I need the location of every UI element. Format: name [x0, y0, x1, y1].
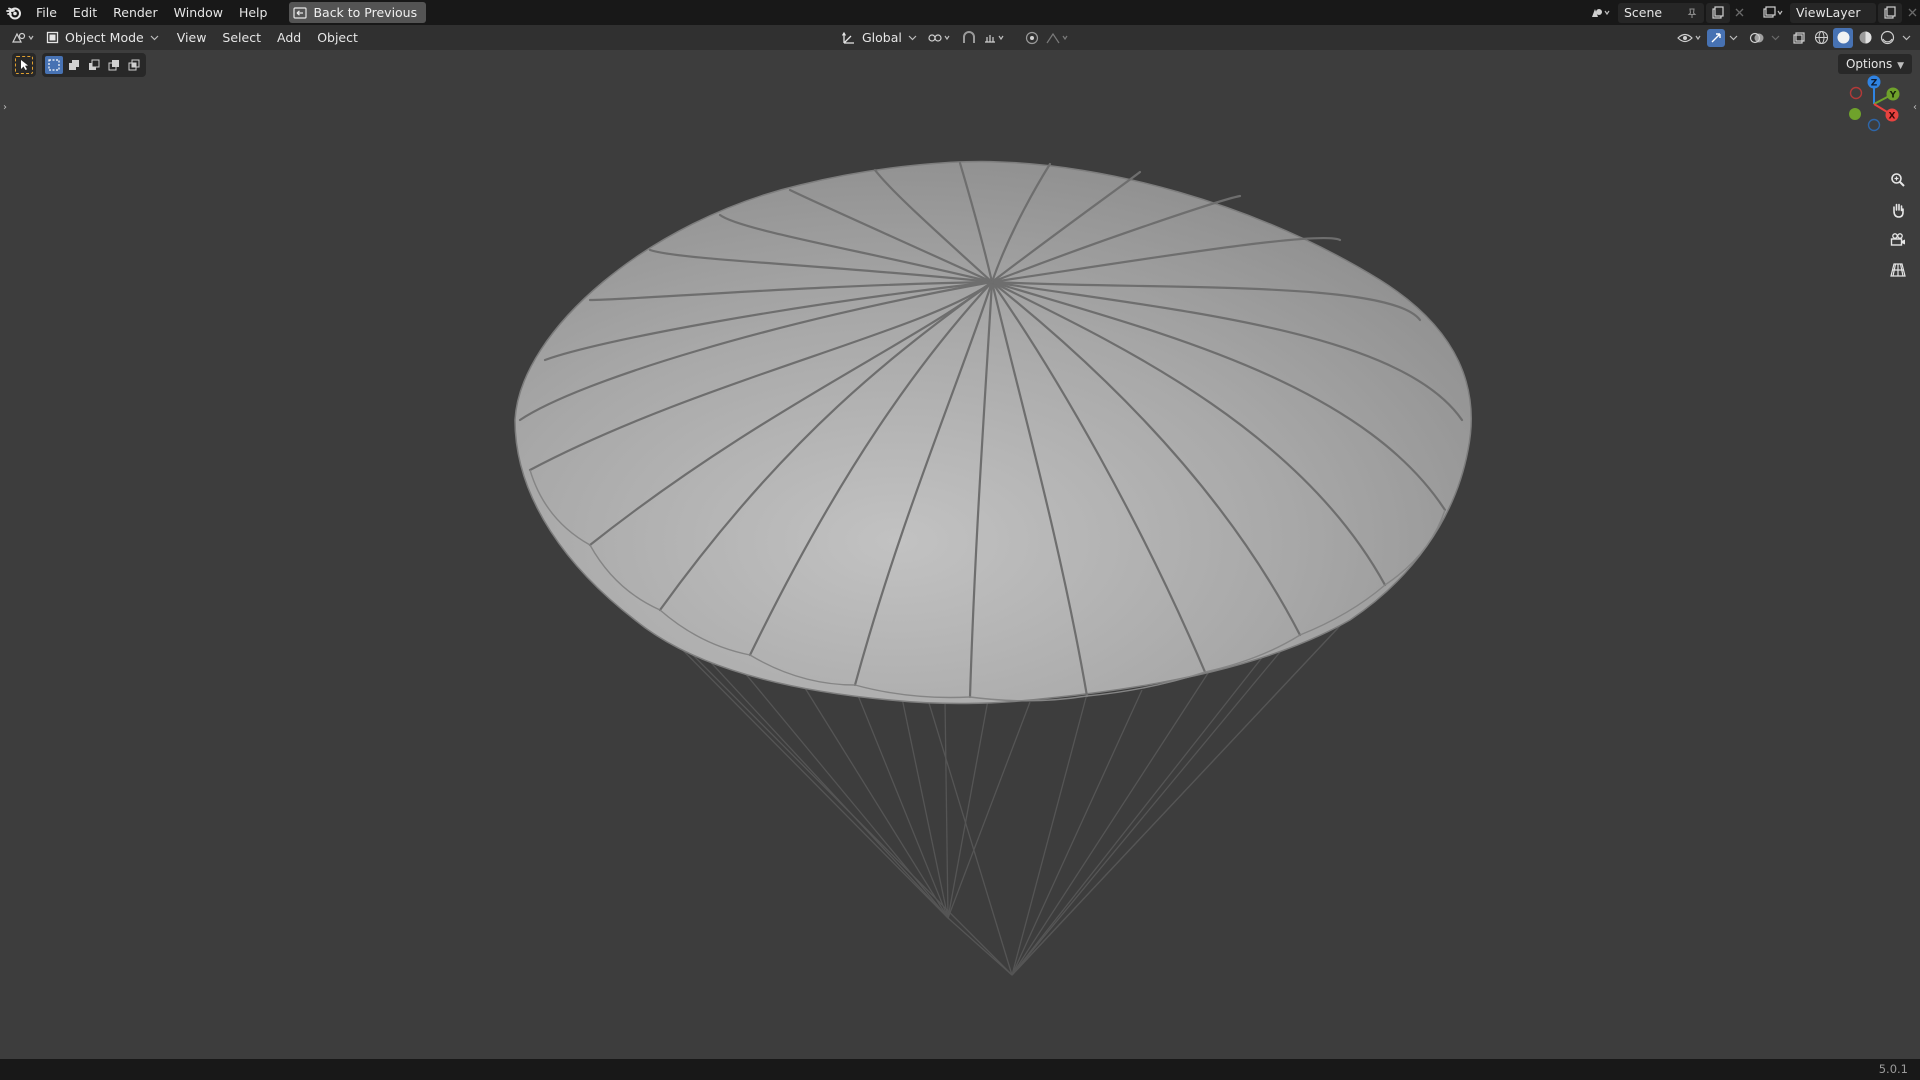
scene-name: Scene — [1624, 4, 1663, 20]
chevron-down-icon — [908, 35, 917, 40]
menu-file[interactable]: File — [28, 0, 65, 25]
header-menu-object[interactable]: Object — [309, 27, 366, 48]
gizmo-dropdown-icon[interactable] — [1726, 27, 1740, 48]
scene-controls: Scene ViewLayer — [1584, 0, 1920, 25]
back-to-previous-label: Back to Previous — [313, 5, 418, 20]
new-scene-icon[interactable] — [1706, 2, 1730, 23]
delete-scene-icon[interactable] — [1732, 3, 1746, 23]
overlays-toggle-icon[interactable] — [1746, 27, 1768, 48]
transform-orientation-label: Global — [862, 30, 902, 45]
view-layer-field[interactable]: ViewLayer — [1790, 2, 1876, 23]
object-mode-icon — [46, 31, 59, 44]
parachute-object[interactable] — [0, 50, 1920, 1059]
shading-dropdown-icon[interactable] — [1898, 27, 1914, 48]
status-bar: 5.0.1 — [0, 1059, 1920, 1080]
shading-wireframe-icon[interactable] — [1810, 27, 1832, 48]
header-menu-view[interactable]: View — [169, 27, 215, 48]
shading-solid-icon[interactable] — [1832, 27, 1854, 48]
mode-label: Object Mode — [65, 30, 144, 45]
snap-toggle-icon[interactable] — [957, 27, 981, 48]
header-menu-add[interactable]: Add — [269, 27, 309, 48]
delete-view-layer-icon[interactable] — [1904, 3, 1920, 23]
viewport-header: Object Mode View Select Add Object Globa… — [0, 25, 1920, 50]
snap-target-icon[interactable] — [981, 27, 1009, 48]
menu-render[interactable]: Render — [105, 0, 166, 25]
menu-edit[interactable]: Edit — [65, 0, 105, 25]
3d-viewport[interactable]: Options ▼ › ‹ Z Y X — [0, 50, 1920, 1059]
mode-selector[interactable]: Object Mode — [40, 27, 165, 48]
back-to-previous-button[interactable]: Back to Previous — [289, 2, 427, 23]
blender-logo-icon[interactable] — [0, 0, 28, 25]
editor-type-icon[interactable] — [8, 27, 40, 48]
top-bar: File Edit Render Window Help Back to Pre… — [0, 0, 1920, 25]
transform-orientation-selector[interactable]: Global — [836, 27, 923, 48]
scene-name-field[interactable]: Scene — [1618, 2, 1704, 23]
shading-rendered-icon[interactable] — [1876, 27, 1898, 48]
proportional-editing-icon[interactable] — [1021, 27, 1043, 48]
overlays-dropdown-icon[interactable] — [1768, 27, 1782, 48]
view-layer-name: ViewLayer — [1796, 4, 1861, 20]
gizmo-toggle-icon[interactable] — [1706, 27, 1726, 48]
selectability-visibility-icon[interactable] — [1674, 27, 1706, 48]
view-layer-selector-icon[interactable] — [1758, 3, 1788, 23]
xray-toggle-icon[interactable] — [1788, 27, 1810, 48]
pivot-point-icon[interactable] — [923, 27, 957, 48]
scene-selector-icon[interactable] — [1584, 3, 1616, 23]
proportional-falloff-icon[interactable] — [1043, 27, 1073, 48]
chevron-down-icon — [150, 35, 159, 40]
new-view-layer-icon[interactable] — [1878, 2, 1902, 23]
header-menu-select[interactable]: Select — [214, 27, 269, 48]
version-label: 5.0.1 — [1878, 1062, 1908, 1076]
back-icon — [293, 6, 308, 19]
orientation-icon — [842, 31, 854, 44]
shading-material-icon[interactable] — [1854, 27, 1876, 48]
menu-help[interactable]: Help — [231, 0, 276, 25]
pin-icon[interactable] — [1686, 7, 1698, 19]
menu-window[interactable]: Window — [166, 0, 231, 25]
